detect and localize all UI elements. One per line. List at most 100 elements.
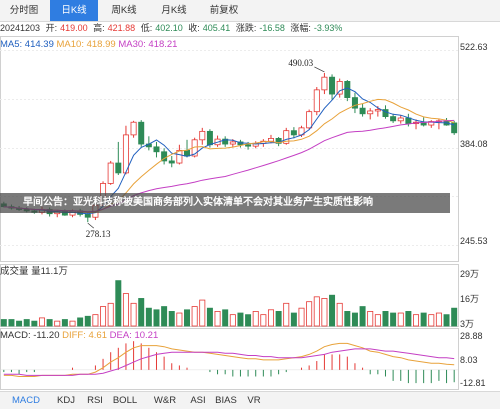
volume-bar-6 xyxy=(46,319,53,327)
volume-bar-47 xyxy=(359,306,366,327)
volume-bar-29 xyxy=(222,309,229,327)
candle-body-38 xyxy=(290,130,297,136)
volume-bar-58 xyxy=(443,314,450,327)
indicator-tab-3[interactable]: BOLL xyxy=(106,392,144,409)
volume-bar-59 xyxy=(451,307,458,327)
indicator-tab-1[interactable]: KDJ xyxy=(50,392,82,409)
candle-body-22 xyxy=(168,160,175,164)
candle-body-14 xyxy=(107,162,114,184)
macd-value: MACD: -11.20 xyxy=(0,330,60,341)
candle-body-41 xyxy=(313,89,320,113)
price-axis-top: 522.63 xyxy=(460,42,488,52)
indicator-tab-6[interactable]: BIAS xyxy=(211,392,241,409)
volume-bar-32 xyxy=(245,314,252,327)
volume-bar-5 xyxy=(38,317,45,327)
candle-body-53 xyxy=(405,117,412,125)
volume-bar-10 xyxy=(77,317,84,327)
candle-body-17 xyxy=(130,121,137,136)
volume-bar-2 xyxy=(16,320,23,327)
candle-body-27 xyxy=(206,130,213,146)
volume-bar-34 xyxy=(260,314,267,327)
volume-bar-50 xyxy=(382,311,389,327)
volume-bar-54 xyxy=(413,314,420,327)
volume-axis-top: 29万 xyxy=(460,269,480,279)
volume-bar-46 xyxy=(351,312,358,327)
volume-bar-1 xyxy=(8,319,15,327)
candle-body-20 xyxy=(153,146,160,153)
candle-body-11 xyxy=(84,214,91,218)
indicator-tab-7[interactable]: VR xyxy=(244,392,264,409)
volume-bar-43 xyxy=(329,294,336,327)
volume-bar-49 xyxy=(374,314,381,327)
macd-axis-bottom: -12.81 xyxy=(460,378,486,388)
candle-body-42 xyxy=(321,76,328,91)
volume-bar-17 xyxy=(130,302,137,327)
volume-bar-31 xyxy=(237,312,244,327)
volume-bar-27 xyxy=(206,307,213,327)
candle-body-44 xyxy=(336,81,343,95)
dea-value: DEA: 10.21 xyxy=(109,330,159,341)
volume-axis-bottom: 3万 xyxy=(460,319,475,329)
volume-bar-11 xyxy=(84,315,91,327)
candle-body-45 xyxy=(344,81,351,98)
volume-bar-56 xyxy=(428,314,435,327)
indicator-tab-4[interactable]: W&R xyxy=(146,392,184,409)
volume-bar-57 xyxy=(435,312,442,327)
volume-bar-42 xyxy=(321,298,328,327)
macd-legend: MACD: -11.20 DIFF: 4.61 DEA: 10.21 xyxy=(0,329,158,342)
volume-bar-4 xyxy=(31,320,38,327)
low-annotation: 278.13 xyxy=(86,229,111,239)
low-marker-line xyxy=(87,222,95,229)
volume-bar-7 xyxy=(54,320,61,327)
volume-bar-13 xyxy=(100,306,107,327)
candle-body-43 xyxy=(329,76,336,95)
high-marker-line xyxy=(314,66,325,73)
volume-bar-28 xyxy=(214,311,221,327)
volume-axis-mid: 16万 xyxy=(460,294,480,304)
volume-panel-frame xyxy=(0,264,459,327)
indicator-tab-2[interactable]: RSI xyxy=(84,392,106,409)
candle-body-52 xyxy=(397,117,404,122)
macd-axis-mid: 8.03 xyxy=(460,355,478,365)
indicator-tab-0[interactable]: MACD xyxy=(6,392,46,409)
volume-bar-26 xyxy=(199,299,206,327)
dea-line xyxy=(3,348,455,376)
volume-bar-38 xyxy=(290,312,297,327)
volume-bar-40 xyxy=(306,301,313,327)
macd-axis-top: 28.88 xyxy=(460,331,483,341)
volume-bar-41 xyxy=(313,296,320,327)
volume-bar-48 xyxy=(367,311,374,327)
candle-body-26 xyxy=(199,130,206,141)
candle-body-18 xyxy=(138,121,145,145)
volume-bar-9 xyxy=(69,320,76,327)
volume-bar-0 xyxy=(0,319,7,327)
volume-bar-37 xyxy=(283,302,290,327)
volume-bar-22 xyxy=(168,311,175,327)
volume-bar-55 xyxy=(420,312,427,327)
volume-bar-44 xyxy=(336,302,343,327)
volume-bar-16 xyxy=(122,293,129,327)
volume-bar-21 xyxy=(161,306,168,327)
candle-body-35 xyxy=(267,138,274,142)
volume-bar-24 xyxy=(184,309,191,327)
candle-body-51 xyxy=(390,116,397,122)
volume-bar-35 xyxy=(267,309,274,327)
volume-bar-30 xyxy=(229,314,236,327)
high-annotation: 490.03 xyxy=(288,58,313,68)
candle-body-15 xyxy=(115,162,122,174)
volume-bar-33 xyxy=(252,311,259,327)
volume-bar-23 xyxy=(176,312,183,327)
news-banner[interactable]: 早间公告：亚光科技称被美国商务部列入实体清单不会对其业务产生实质性影响 xyxy=(0,193,450,213)
volume-bar-12 xyxy=(92,314,99,327)
volume-bar-15 xyxy=(115,280,122,327)
volume-legend: 成交量 量11.1万 xyxy=(0,266,68,277)
candle-body-30 xyxy=(229,141,236,145)
candle-body-49 xyxy=(374,109,381,112)
candle-body-24 xyxy=(184,149,191,157)
candle-body-48 xyxy=(367,110,374,115)
volume-bar-20 xyxy=(153,309,160,327)
indicator-tab-5[interactable]: ASI xyxy=(186,392,210,409)
volume-bar-53 xyxy=(405,311,412,327)
volume-bar-52 xyxy=(397,312,404,327)
price-axis-mid: 384.08 xyxy=(460,139,488,149)
